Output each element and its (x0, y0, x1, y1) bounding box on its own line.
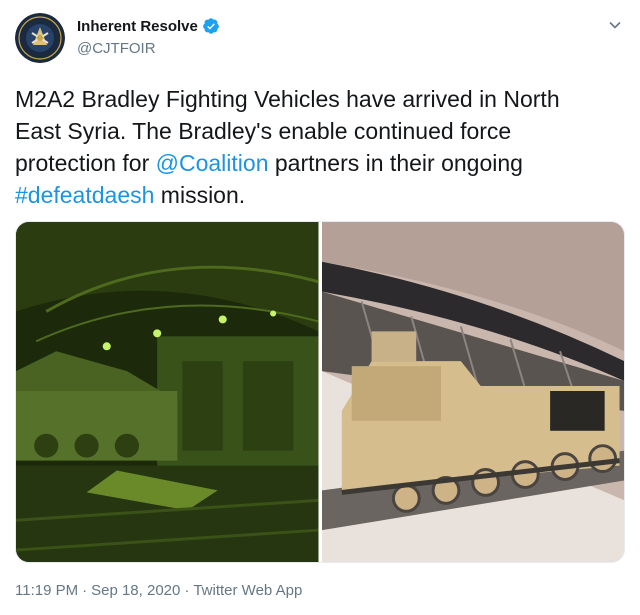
bradley-unloading-ramp-icon (321, 222, 624, 562)
text-segment: partners in their ongoing (268, 150, 523, 176)
tweet-text-line: M2A2 Bradley Fighting Vehicles have arri… (15, 86, 560, 112)
tweet-card: Inherent Resolve @CJTFOIR M2A2 Bradley F… (0, 0, 640, 615)
tweet-text-line: protection for @Coalition partners in th… (15, 147, 615, 179)
bradley-in-cargo-hold-icon (16, 222, 319, 562)
mention-link[interactable]: @Coalition (156, 150, 269, 176)
tweet-text-line: East Syria. The Bradley's enable continu… (15, 118, 512, 144)
chevron-down-icon[interactable] (608, 18, 622, 32)
photo-right[interactable] (321, 222, 624, 562)
tweet-metadata: 11:19 PM · Sep 18, 2020 · Twitter Web Ap… (15, 582, 302, 599)
hashtag-link[interactable]: #defeatdaesh (15, 182, 154, 208)
account-name[interactable]: Inherent Resolve (77, 18, 198, 35)
account-handle[interactable]: @CJTFOIR (77, 40, 156, 57)
tweet-text-line: #defeatdaesh mission. (15, 179, 615, 211)
tweet-source-app[interactable]: Twitter Web App (193, 582, 302, 599)
verified-badge-icon (203, 18, 219, 34)
avatar[interactable] (15, 13, 65, 63)
meta-separator: · (184, 582, 190, 599)
tweet-text: M2A2 Bradley Fighting Vehicles have arri… (15, 83, 615, 211)
tweet-time[interactable]: 11:19 PM (15, 582, 78, 599)
meta-separator: · (82, 582, 88, 599)
text-segment: mission. (154, 182, 246, 208)
media-grid (15, 221, 625, 563)
tweet-date[interactable]: Sep 18, 2020 (91, 582, 180, 599)
text-segment: protection for (15, 150, 156, 176)
account-name-row[interactable]: Inherent Resolve (77, 17, 220, 35)
photo-left[interactable] (16, 222, 319, 562)
cjtf-oir-seal-icon (15, 13, 65, 63)
